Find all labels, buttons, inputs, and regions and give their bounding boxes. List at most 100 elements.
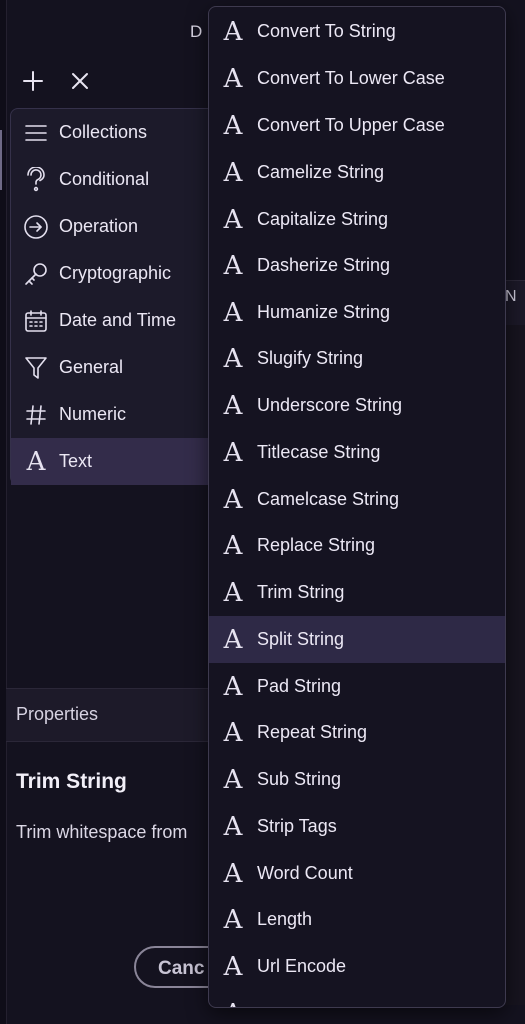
properties-title: Trim String <box>16 770 127 793</box>
function-item-capitalize-string[interactable]: A Capitalize String <box>209 196 505 243</box>
text-a-icon: A <box>223 63 243 94</box>
function-item-dasherize-string[interactable]: A Dasherize String <box>209 242 505 289</box>
text-a-icon: A <box>223 343 243 374</box>
function-label: Camelcase String <box>257 489 400 509</box>
function-item-camelcase-string[interactable]: A Camelcase String <box>209 476 505 523</box>
function-label: Convert To Lower Case <box>257 68 445 88</box>
category-item-cryptographic[interactable]: Cryptographic <box>11 250 216 297</box>
function-item-repeat-string[interactable]: A Repeat String <box>209 709 505 756</box>
text-a-icon: A <box>223 110 243 141</box>
cancel-button-label: Canc <box>158 958 205 979</box>
function-item-replace-string[interactable]: A Replace String <box>209 522 505 569</box>
category-label: Conditional <box>59 169 150 189</box>
function-label: Strip Tags <box>257 816 337 836</box>
side-edge-indicator <box>0 130 10 190</box>
hash-icon <box>23 402 49 428</box>
text-a-icon: A <box>223 437 243 468</box>
category-label: Text <box>59 451 93 471</box>
category-label: Collections <box>59 122 148 142</box>
function-item-convert-to-string[interactable]: A Convert To String <box>209 8 505 55</box>
calendar-icon <box>23 308 49 334</box>
key-icon <box>23 261 49 287</box>
text-a-icon: A <box>223 484 243 515</box>
function-label: Camelize String <box>257 162 385 182</box>
toolbar <box>0 56 210 106</box>
function-item-underscore-string[interactable]: A Underscore String <box>209 382 505 429</box>
function-label: Trim String <box>257 582 345 602</box>
function-item-trim-string[interactable]: A Trim String <box>209 569 505 616</box>
add-button[interactable] <box>18 66 48 96</box>
function-item-convert-to-lower-case[interactable]: A Convert To Lower Case <box>209 55 505 102</box>
list-icon <box>23 120 49 146</box>
function-label: Length <box>257 909 313 929</box>
category-item-text[interactable]: A Text <box>11 438 216 485</box>
text-a-icon: A <box>223 858 243 889</box>
arrow-circle-icon <box>23 214 49 240</box>
category-item-operation[interactable]: Operation <box>11 203 216 250</box>
text-a-icon: A <box>223 297 243 328</box>
function-label: Convert To Upper Case <box>257 115 445 135</box>
text-a-icon: A <box>223 764 243 795</box>
category-label: Numeric <box>59 404 127 424</box>
category-item-numeric[interactable]: Numeric <box>11 391 216 438</box>
function-label: Convert To String <box>257 21 396 41</box>
dialog-title: D <box>190 22 203 41</box>
text-a-icon: A <box>223 577 243 608</box>
function-label: Dasherize String <box>257 255 391 275</box>
text-a-icon: A <box>223 390 243 421</box>
text-a-icon: A <box>223 204 243 235</box>
function-item-strip-tags[interactable]: A Strip Tags <box>209 803 505 850</box>
text-a-icon: A <box>26 446 46 477</box>
function-item-length[interactable]: A Length <box>209 896 505 943</box>
properties-description: Trim whitespace from <box>16 822 188 842</box>
question-icon <box>23 166 49 193</box>
category-item-collections[interactable]: Collections <box>11 109 216 156</box>
function-item-word-count[interactable]: A Word Count <box>209 850 505 897</box>
category-item-general[interactable]: General <box>11 344 216 391</box>
function-label: Replace String <box>257 535 376 555</box>
text-a-icon: A <box>223 904 243 935</box>
function-label: Titlecase String <box>257 442 381 462</box>
text-a-icon: A <box>223 811 243 842</box>
right-column-header-text: N <box>505 288 517 305</box>
function-label: Underscore String <box>257 395 403 415</box>
text-a-icon: A <box>223 157 243 188</box>
function-item-humanize-string[interactable]: A Humanize String <box>209 289 505 336</box>
function-item-split-string[interactable]: A Split String <box>209 616 505 663</box>
text-a-icon: A <box>221 1001 245 1008</box>
category-menu: Collections Conditional Operation Crypto… <box>10 108 217 485</box>
function-label: Repeat String <box>257 722 368 742</box>
function-item-pad-string[interactable]: A Pad String <box>209 663 505 710</box>
function-item-sub-string[interactable]: A Sub String <box>209 756 505 803</box>
text-a-icon: A <box>223 624 243 655</box>
function-item-convert-to-upper-case[interactable]: A Convert To Upper Case <box>209 102 505 149</box>
function-item-partial[interactable]: A <box>209 990 505 1008</box>
text-a-icon: A <box>223 250 243 281</box>
function-label: Split String <box>257 629 345 649</box>
text-a-icon: A <box>223 951 243 982</box>
text-function-dropdown: A Convert To String A Convert To Lower C… <box>208 6 506 1008</box>
function-label: Slugify String <box>257 348 364 368</box>
function-label: Pad String <box>257 676 342 696</box>
close-icon <box>72 73 88 89</box>
text-a-icon: A <box>223 16 243 47</box>
function-item-titlecase-string[interactable]: A Titlecase String <box>209 429 505 476</box>
function-label: Word Count <box>257 863 353 883</box>
properties-header-label: Properties <box>16 704 99 724</box>
text-a-icon: A <box>223 671 243 702</box>
function-label: Humanize String <box>257 302 391 322</box>
category-label: General <box>59 357 124 377</box>
category-label: Date and Time <box>59 310 177 330</box>
category-label: Cryptographic <box>59 263 172 283</box>
function-item-url-encode[interactable]: A Url Encode <box>209 943 505 990</box>
function-item-camelize-string[interactable]: A Camelize String <box>209 149 505 196</box>
category-item-date-and-time[interactable]: Date and Time <box>11 297 216 344</box>
category-item-conditional[interactable]: Conditional <box>11 156 216 203</box>
function-item-slugify-string[interactable]: A Slugify String <box>209 335 505 382</box>
text-a-icon: A <box>223 530 243 561</box>
close-button[interactable] <box>65 66 95 96</box>
function-label: Url Encode <box>257 956 347 976</box>
filter-icon <box>23 355 49 381</box>
function-label: Capitalize String <box>257 209 389 229</box>
text-a-icon: A <box>223 717 243 748</box>
